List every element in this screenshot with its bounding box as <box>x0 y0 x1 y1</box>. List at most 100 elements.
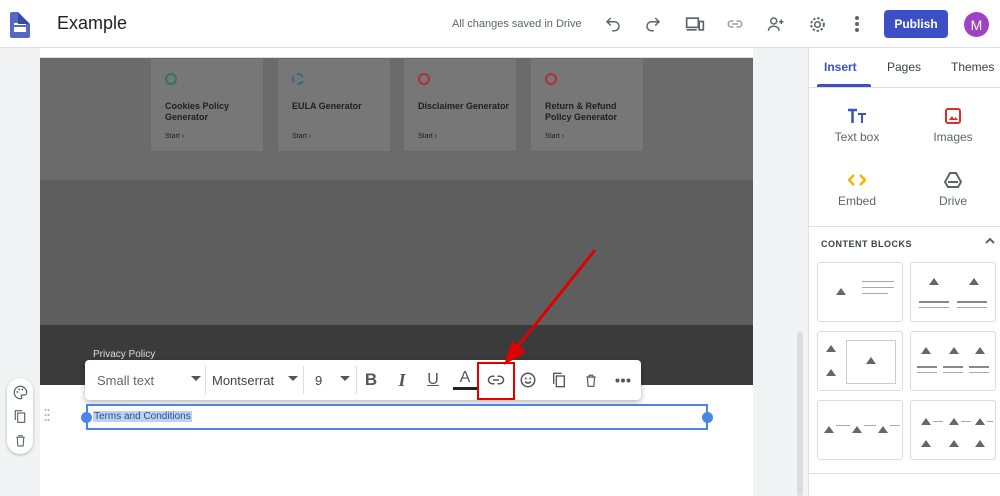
font-size-value: 9 <box>315 372 323 388</box>
selected-text-box[interactable]: Terms and Conditions <box>81 404 713 430</box>
image-placeholder-icon <box>975 439 985 447</box>
redo-icon[interactable] <box>641 12 665 36</box>
image-placeholder-icon <box>852 425 862 433</box>
chevron-down-icon <box>340 376 350 381</box>
image-placeholder-icon <box>824 425 834 433</box>
insert-side-panel: Insert Pages Themes Text box Images Embe… <box>808 48 1000 496</box>
palette-icon[interactable] <box>12 384 28 400</box>
chevron-down-icon <box>191 376 201 381</box>
card-title: Cookies Policy Generator <box>165 101 230 122</box>
image-placeholder-icon <box>866 356 876 364</box>
preview-devices-icon[interactable] <box>683 12 707 36</box>
content-block-5[interactable] <box>817 400 903 460</box>
image-placeholder-icon <box>826 344 836 352</box>
card-return-refund: Return & Refund Policy Generator Start › <box>530 58 644 152</box>
settings-gear-icon[interactable] <box>805 12 829 36</box>
emoji-icon[interactable] <box>516 368 540 392</box>
card-title: Disclaimer Generator <box>418 101 510 111</box>
image-placeholder-icon <box>949 439 959 447</box>
more-vert-icon[interactable] <box>845 12 869 36</box>
insert-text-box[interactable]: Text box <box>809 106 905 162</box>
top-app-bar: Example All changes saved in Drive Publi… <box>0 0 1000 48</box>
card-start-link: Start › <box>418 133 438 140</box>
resize-handle-left[interactable] <box>81 412 92 423</box>
share-add-person-icon[interactable] <box>764 12 788 36</box>
privacy-policy-link[interactable]: Privacy Policy <box>93 349 155 360</box>
card-disclaimer: Disclaimer Generator Start › <box>403 58 517 152</box>
alert-icon <box>418 73 430 85</box>
insert-text-box-label: Text box <box>834 130 880 144</box>
image-placeholder-icon <box>836 287 846 295</box>
image-icon <box>943 106 963 126</box>
delete-section-icon[interactable] <box>12 432 28 448</box>
gear-icon <box>292 73 304 85</box>
target-icon <box>545 73 557 85</box>
duplicate-icon[interactable] <box>12 408 28 424</box>
generator-cards: Cookies Policy Generator Start › EULA Ge… <box>150 58 655 152</box>
text-format-toolbar: Small text Montserrat 9 B I U A <box>85 360 641 400</box>
card-eula: EULA Generator Start › <box>277 58 391 152</box>
annotation-highlight-box <box>477 362 515 400</box>
canvas-scrollbar[interactable] <box>797 332 803 496</box>
tab-themes[interactable]: Themes <box>951 60 994 74</box>
insert-embed[interactable]: Embed <box>809 170 905 226</box>
image-placeholder-icon <box>921 346 931 354</box>
resize-handle-right[interactable] <box>702 412 713 423</box>
image-placeholder-icon <box>949 417 959 425</box>
underline-icon[interactable]: U <box>421 368 445 392</box>
content-block-6[interactable] <box>910 400 996 460</box>
insert-embed-label: Embed <box>837 194 877 208</box>
insert-drive[interactable]: Drive <box>905 170 1000 226</box>
card-title: Return & Refund Policy Generator <box>545 101 618 122</box>
selected-text[interactable]: Terms and Conditions <box>93 411 192 422</box>
image-placeholder-icon <box>921 439 931 447</box>
image-placeholder-icon <box>826 368 836 376</box>
tab-insert[interactable]: Insert <box>824 60 857 74</box>
insert-images-label: Images <box>933 130 973 144</box>
card-start-link: Start › <box>165 133 185 140</box>
google-sites-logo-icon[interactable] <box>10 12 30 38</box>
content-block-4[interactable] <box>910 331 996 391</box>
text-color-icon[interactable]: A <box>453 368 477 390</box>
text-box-icon <box>847 106 867 126</box>
chevron-up-icon[interactable] <box>985 236 995 247</box>
save-status-text: All changes saved in Drive <box>452 18 582 30</box>
copy-icon[interactable] <box>547 368 571 392</box>
drive-icon <box>943 170 963 190</box>
cookie-icon <box>165 73 177 85</box>
card-cookies-policy: Cookies Policy Generator Start › <box>150 58 264 152</box>
font-size-dropdown[interactable]: 9 <box>315 368 350 392</box>
text-style-value: Small text <box>97 372 155 388</box>
section-ruler <box>40 48 753 58</box>
dimmed-section-lower <box>40 180 753 325</box>
card-start-link: Start › <box>292 133 312 140</box>
more-horiz-icon[interactable] <box>611 368 635 392</box>
embed-icon <box>847 170 867 190</box>
image-placeholder-icon <box>975 417 985 425</box>
content-block-1[interactable] <box>817 262 903 322</box>
content-blocks-heading: CONTENT BLOCKS <box>821 239 912 249</box>
tab-pages[interactable]: Pages <box>887 60 921 74</box>
account-avatar[interactable]: M <box>964 12 989 37</box>
content-block-2[interactable] <box>910 262 996 322</box>
drag-handle-icon[interactable] <box>44 408 50 422</box>
image-placeholder-icon <box>975 346 985 354</box>
image-placeholder-icon <box>921 417 931 425</box>
delete-icon[interactable] <box>579 368 603 392</box>
card-start-link: Start › <box>545 133 565 140</box>
image-placeholder-icon <box>969 277 979 285</box>
bold-icon[interactable]: B <box>359 368 383 392</box>
content-block-3[interactable] <box>817 331 903 391</box>
italic-icon[interactable]: I <box>390 368 414 392</box>
link-icon[interactable] <box>723 12 747 36</box>
font-family-dropdown[interactable]: Montserrat <box>212 368 298 392</box>
text-style-dropdown[interactable]: Small text <box>97 368 201 392</box>
section-side-tools <box>7 378 33 454</box>
insert-drive-label: Drive <box>938 194 967 208</box>
image-placeholder-icon <box>949 346 959 354</box>
insert-images[interactable]: Images <box>905 106 1000 162</box>
font-family-value: Montserrat <box>212 372 275 388</box>
publish-button[interactable]: Publish <box>884 10 948 38</box>
site-title[interactable]: Example <box>57 13 127 34</box>
undo-icon[interactable] <box>601 12 625 36</box>
